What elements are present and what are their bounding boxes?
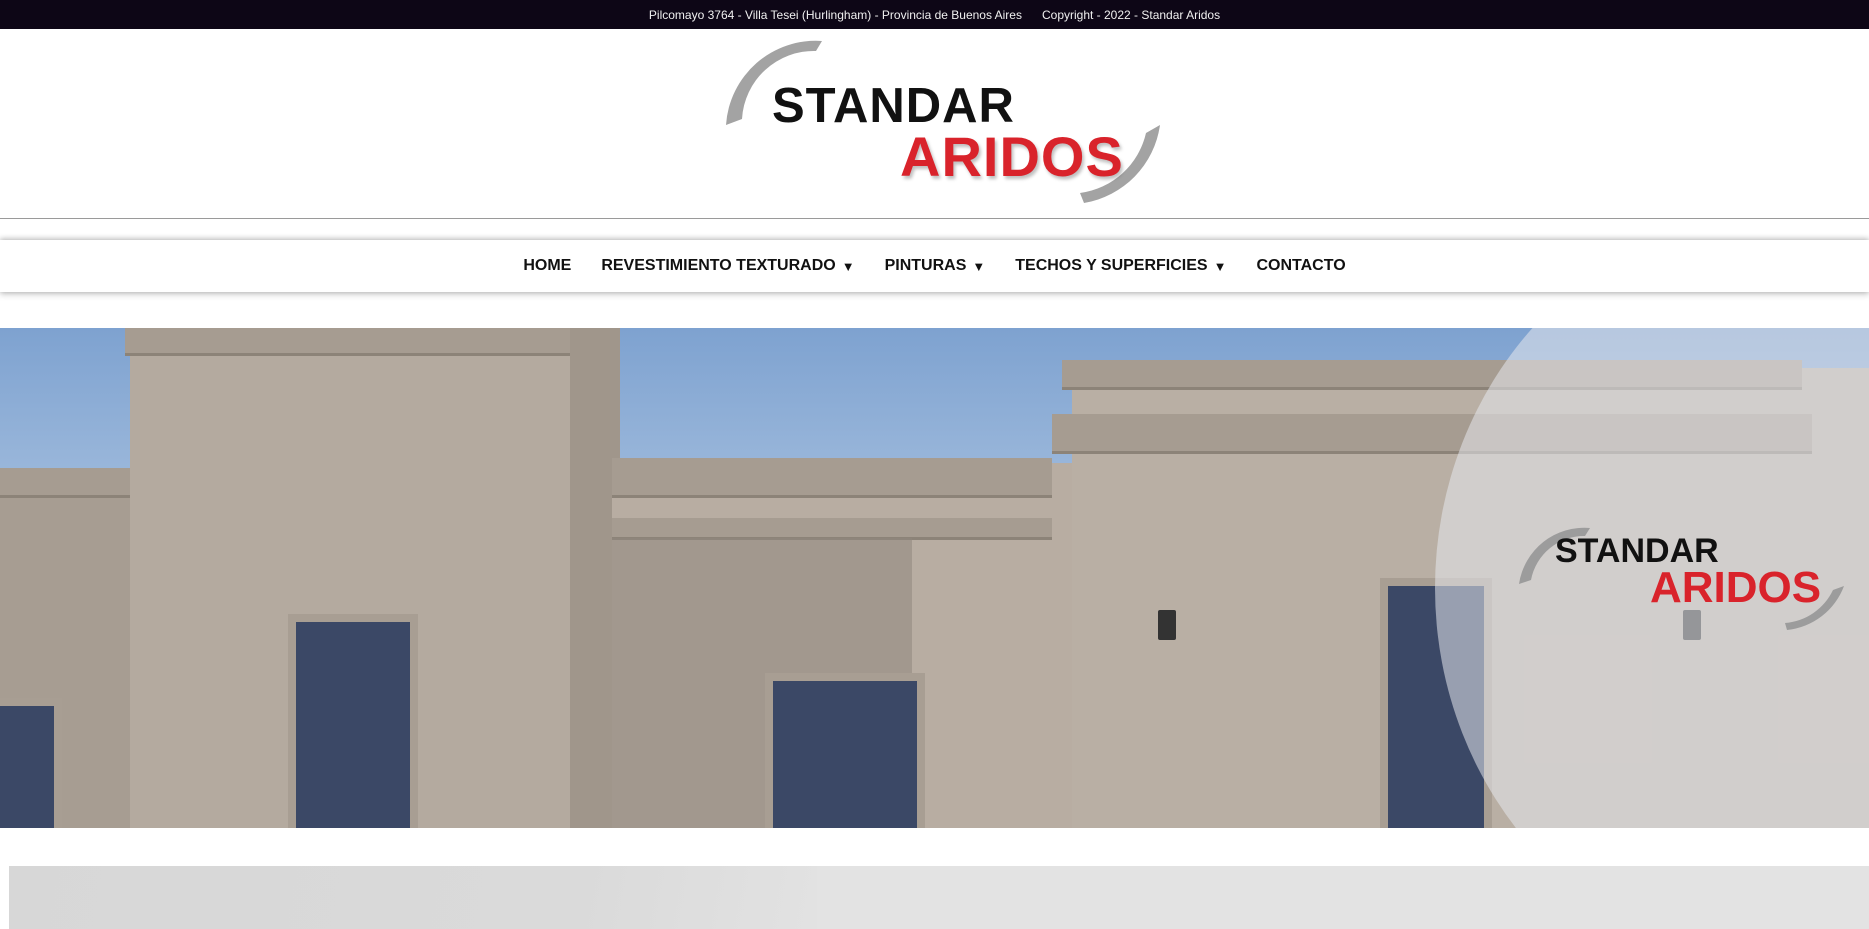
hero-logo: STANDAR ARIDOS	[1515, 526, 1845, 636]
nav-item-label: TECHOS Y SUPERFICIES	[1015, 257, 1208, 274]
logo-word-aridos: ARIDOS	[900, 125, 1124, 188]
site-logo[interactable]: STANDAR ARIDOS	[722, 37, 1162, 207]
hero-banner: STANDAR ARIDOS	[0, 328, 1869, 828]
address-text: Pilcomayo 3764 - Villa Tesei (Hurlingham…	[648, 7, 1022, 22]
dropdown-caret-icon: ▼	[841, 258, 855, 274]
content-panel-right	[817, 866, 1869, 929]
nav-item-label: HOME	[523, 257, 572, 274]
nav-item-label: PINTURAS	[884, 257, 967, 274]
top-info-bar: Pilcomayo 3764 - Villa Tesei (Hurlingham…	[0, 0, 1869, 29]
nav-item-home[interactable]: HOME	[523, 257, 571, 275]
dropdown-caret-icon: ▼	[972, 258, 986, 274]
nav-item-pinturas[interactable]: PINTURAS ▼	[885, 257, 986, 275]
logo-word-standar: STANDAR	[772, 79, 1015, 133]
nav-item-label: REVESTIMIENTO TEXTURADO	[601, 257, 836, 274]
hero-logo-word-aridos: ARIDOS	[1650, 563, 1822, 612]
copyright-text: Copyright - 2022 - Standar Aridos	[1041, 7, 1221, 22]
main-navigation: HOME REVESTIMIENTO TEXTURADO ▼ PINTURAS …	[0, 240, 1869, 292]
dropdown-caret-icon: ▼	[1213, 258, 1227, 274]
nav-item-techos-y-superficies[interactable]: TECHOS Y SUPERFICIES ▼	[1015, 257, 1226, 275]
nav-item-contacto[interactable]: CONTACTO	[1256, 257, 1345, 275]
nav-item-label: CONTACTO	[1256, 257, 1346, 274]
content-panel-left	[9, 866, 817, 929]
site-header: STANDAR ARIDOS	[0, 29, 1869, 219]
nav-item-revestimiento-texturado[interactable]: REVESTIMIENTO TEXTURADO ▼	[601, 257, 854, 275]
